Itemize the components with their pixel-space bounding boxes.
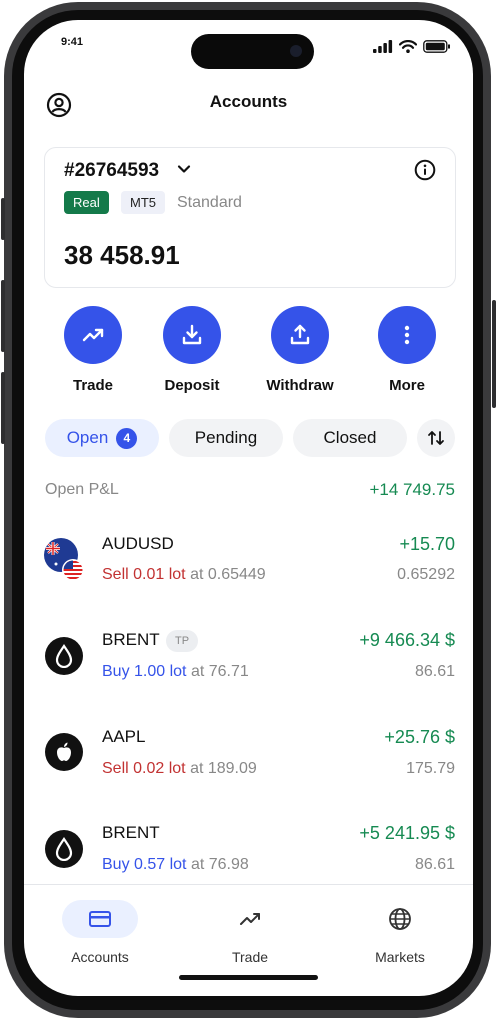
platform-badge: MT5: [121, 191, 165, 214]
info-icon[interactable]: [414, 159, 436, 181]
deposit-action-circle[interactable]: [163, 306, 221, 364]
more-action-button[interactable]: More: [367, 306, 447, 394]
nav-pill[interactable]: [362, 900, 438, 938]
signal-icon: [373, 40, 393, 53]
deposit-action-button[interactable]: Deposit: [152, 306, 232, 394]
oil-drop-icon: [45, 637, 83, 675]
wifi-icon: [399, 40, 417, 53]
action-button: [1, 198, 5, 240]
nav-pill[interactable]: [212, 900, 288, 938]
position-pnl: +25.76 $: [384, 727, 455, 747]
position-current-price: 86.61: [414, 663, 455, 680]
withdraw-action-button[interactable]: Withdraw: [260, 306, 340, 394]
nav-item-markets[interactable]: Markets: [325, 900, 473, 965]
take-profit-badge: TP: [166, 630, 198, 652]
position-symbol[interactable]: BRENT: [102, 823, 160, 843]
au-us-flag-icon: [44, 538, 84, 581]
open-count-badge: 4: [116, 428, 138, 449]
nav-item-accounts[interactable]: Accounts: [25, 900, 175, 965]
dynamic-island: [191, 34, 314, 69]
upload-icon: [290, 324, 310, 345]
page-title: Accounts: [209, 92, 288, 111]
position-side: Buy 0.57 lot: [102, 856, 187, 873]
position-open-price: at 76.98: [190, 856, 249, 873]
position-symbol[interactable]: BRENT: [102, 630, 160, 650]
position-side: Sell 0.01 lot: [102, 566, 186, 583]
position-open-price: at 76.71: [190, 663, 249, 680]
position-current-price: 175.79: [406, 760, 455, 777]
position-detail: Sell 0.01 lot at 0.65449: [102, 566, 266, 584]
position-current-price: 0.65292: [397, 566, 455, 583]
status-time: 9:41: [61, 36, 84, 48]
nav-item-label: Markets: [375, 949, 425, 965]
nav-item-label: Trade: [231, 949, 269, 965]
position-open-price: at 0.65449: [190, 566, 266, 583]
position-detail: Buy 0.57 lot at 76.98: [102, 856, 249, 874]
camera-icon: [290, 45, 302, 57]
position-open-price: at 189.09: [190, 760, 257, 777]
trend-up-icon: [82, 328, 104, 342]
apple-icon: [45, 733, 83, 771]
position-pnl: +9 466.34 $: [359, 630, 455, 650]
position-current-price: 86.61: [414, 856, 455, 873]
nav-item-label: Accounts: [71, 949, 129, 965]
position-side: Sell 0.02 lot: [102, 760, 186, 777]
position-side: Buy 1.00 lot: [102, 663, 187, 680]
bottom-nav-divider: [24, 884, 473, 885]
nav-item-trade[interactable]: Trade: [175, 900, 325, 965]
position-detail: Buy 1.00 lot at 76.71: [102, 663, 249, 681]
volume-down-button: [1, 372, 5, 444]
withdraw-action-circle[interactable]: [271, 306, 329, 364]
card-icon: [89, 911, 111, 927]
open-pnl-label: Open P&L: [45, 481, 119, 498]
position-pnl: +15.70: [399, 534, 455, 554]
globe-icon: [389, 908, 411, 930]
deposit-action-label: Deposit: [164, 377, 220, 394]
account-plan: Standard: [177, 194, 242, 211]
account-number[interactable]: #26764593: [64, 160, 159, 182]
download-icon: [182, 324, 202, 345]
chevron-down-icon[interactable]: [176, 161, 192, 177]
tab-pending[interactable]: Pending: [169, 419, 283, 457]
more-vertical-icon: [404, 325, 410, 345]
nav-active-pill[interactable]: [62, 900, 138, 938]
account-type-badge: Real: [64, 191, 109, 214]
open-pnl-value: +14 749.75: [369, 480, 455, 499]
position-pnl: +5 241.95 $: [359, 823, 455, 843]
home-indicator: [179, 975, 318, 980]
trade-action-label: Trade: [72, 377, 114, 394]
more-action-circle[interactable]: [378, 306, 436, 364]
more-action-label: More: [389, 377, 425, 394]
sort-arrows-icon: [428, 431, 444, 445]
trend-up-icon: [240, 913, 260, 925]
status-icons: [373, 40, 451, 53]
position-symbol[interactable]: AAPL: [102, 727, 145, 747]
volume-up-button: [1, 280, 5, 352]
trade-action-circle[interactable]: [64, 306, 122, 364]
account-balance: 38 458.91: [64, 240, 180, 270]
position-detail: Sell 0.02 lot at 189.09: [102, 760, 257, 778]
tab-open-label: Open: [66, 428, 109, 447]
oil-drop-icon: [45, 830, 83, 868]
sort-button[interactable]: [417, 419, 455, 457]
power-button: [492, 300, 496, 408]
trade-action-button[interactable]: Trade: [53, 306, 133, 394]
position-symbol[interactable]: AUDUSD: [102, 534, 174, 554]
battery-icon: [423, 40, 450, 53]
phone-screen: 9:41 Accounts #26764593 Real MT5 Standar…: [24, 20, 473, 996]
tab-closed[interactable]: Closed: [293, 419, 407, 457]
withdraw-action-label: Withdraw: [266, 377, 334, 394]
tab-open[interactable]: Open 4: [45, 419, 159, 457]
